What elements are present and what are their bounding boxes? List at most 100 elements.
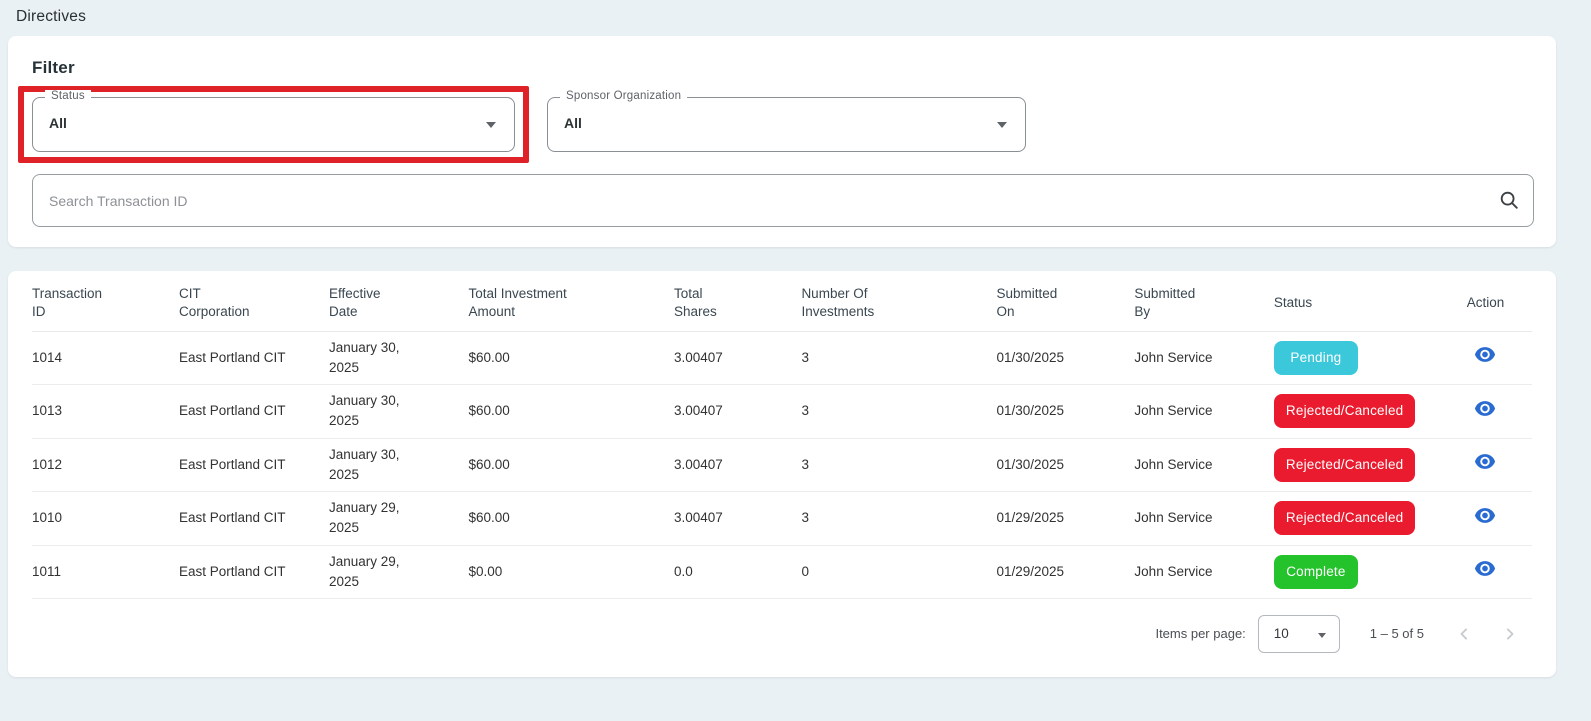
- status-badge: Rejected/Canceled: [1273, 447, 1416, 482]
- total-investment-amount-cell: $60.00: [468, 491, 674, 546]
- eye-icon[interactable]: [1474, 561, 1496, 576]
- number-of-investments-cell: 3: [801, 438, 997, 492]
- status-highlight-box: Status All: [18, 86, 529, 163]
- page-size-value: 10: [1273, 625, 1289, 641]
- eye-icon[interactable]: [1474, 454, 1496, 469]
- table-row[interactable]: 1010 East Portland CIT January 29, 2025 …: [32, 491, 1532, 546]
- items-per-page-label: Items per page:: [1155, 626, 1246, 641]
- paginator: Items per page: 10 1 – 5 of 5: [32, 599, 1532, 663]
- action-cell: [1444, 384, 1532, 439]
- column-header-submitted-by: Submitted By: [1134, 271, 1274, 332]
- filter-card: Filter Status All Sponsor Organization A…: [8, 36, 1556, 247]
- status-cell: Rejected/Canceled: [1273, 438, 1445, 492]
- transaction-id-cell: 1010: [32, 491, 179, 546]
- submitted-by-cell: John Service: [1134, 491, 1274, 546]
- status-cell: Pending: [1273, 331, 1445, 385]
- column-header-effective-date: Effective Date: [328, 271, 469, 332]
- total-investment-amount-cell: $60.00: [468, 331, 674, 385]
- total-shares-cell: 3.00407: [673, 438, 802, 492]
- number-of-investments-cell: 3: [801, 331, 997, 385]
- table-row[interactable]: 1014 East Portland CIT January 30, 2025 …: [32, 331, 1532, 385]
- chevron-down-icon: [997, 122, 1007, 128]
- effective-date-cell: January 30, 2025: [328, 438, 469, 492]
- status-select-label: Status: [45, 90, 91, 102]
- sponsor-organization-select-value: All: [564, 115, 582, 131]
- transaction-id-cell: 1012: [32, 438, 179, 492]
- chevron-down-icon: [486, 122, 496, 128]
- directives-table: Transaction ID CIT Corporation Effective…: [32, 271, 1532, 599]
- chevron-left-icon: [1454, 628, 1474, 647]
- transaction-id-cell: 1014: [32, 331, 179, 385]
- eye-icon[interactable]: [1474, 400, 1496, 416]
- cit-corporation-cell: East Portland CIT: [178, 438, 329, 492]
- directives-table-card: Transaction ID CIT Corporation Effective…: [8, 271, 1556, 677]
- effective-date-cell: January 30, 2025: [328, 384, 469, 439]
- action-cell: [1444, 491, 1532, 546]
- sponsor-organization-select-label: Sponsor Organization: [560, 90, 688, 102]
- number-of-investments-cell: 0: [801, 545, 997, 599]
- status-cell: Rejected/Canceled: [1273, 384, 1445, 439]
- column-header-submitted-on: Submitted On: [996, 271, 1135, 332]
- filter-controls-row: Status All Sponsor Organization All: [18, 86, 1532, 163]
- chevron-down-icon: [1317, 632, 1326, 638]
- previous-page-button[interactable]: [1450, 620, 1478, 648]
- status-badge: Complete: [1273, 554, 1358, 589]
- action-cell: [1444, 438, 1532, 492]
- submitted-by-cell: John Service: [1134, 438, 1274, 492]
- column-header-action: Action: [1444, 271, 1532, 332]
- sponsor-organization-select[interactable]: Sponsor Organization All: [547, 90, 1026, 152]
- table-row[interactable]: 1013 East Portland CIT January 30, 2025 …: [32, 384, 1532, 439]
- total-shares-cell: 3.00407: [673, 384, 802, 439]
- number-of-investments-cell: 3: [801, 491, 997, 546]
- table-row[interactable]: 1011 East Portland CIT January 29, 2025 …: [32, 545, 1532, 599]
- search-transaction-id-input[interactable]: [32, 174, 1534, 227]
- page: Directives Filter Status All Sponsor Org…: [0, 0, 1591, 677]
- effective-date-cell: January 29, 2025: [328, 491, 469, 546]
- chevron-right-icon: [1500, 628, 1520, 647]
- status-badge: Rejected/Canceled: [1273, 501, 1416, 536]
- column-header-number-of-investments: Number Of Investments: [801, 271, 997, 332]
- next-page-button[interactable]: [1496, 620, 1524, 648]
- search-icon[interactable]: [1498, 189, 1520, 216]
- submitted-on-cell: 01/29/2025: [996, 545, 1135, 599]
- submitted-on-cell: 01/29/2025: [996, 491, 1135, 546]
- status-badge: Rejected/Canceled: [1273, 394, 1416, 429]
- page-title: Directives: [16, 8, 87, 25]
- table-header-row: Transaction ID CIT Corporation Effective…: [32, 271, 1532, 332]
- submitted-on-cell: 01/30/2025: [996, 331, 1135, 385]
- total-shares-cell: 3.00407: [673, 491, 802, 546]
- column-header-transaction-id: Transaction ID: [32, 271, 179, 332]
- submitted-by-cell: John Service: [1134, 384, 1274, 439]
- action-cell: [1444, 331, 1532, 385]
- filter-heading: Filter: [32, 58, 75, 77]
- status-cell: Complete: [1273, 545, 1445, 599]
- submitted-on-cell: 01/30/2025: [996, 438, 1135, 492]
- search-bar: [32, 174, 1534, 227]
- page-size-select[interactable]: 10: [1257, 614, 1340, 653]
- cit-corporation-cell: East Portland CIT: [178, 491, 329, 546]
- table-row[interactable]: 1012 East Portland CIT January 30, 2025 …: [32, 438, 1532, 492]
- effective-date-cell: January 30, 2025: [328, 331, 469, 385]
- total-shares-cell: 3.00407: [673, 331, 802, 385]
- effective-date-cell: January 29, 2025: [328, 545, 469, 599]
- eye-icon[interactable]: [1474, 347, 1496, 362]
- submitted-by-cell: John Service: [1134, 545, 1274, 599]
- column-header-cit-corporation: CIT Corporation: [178, 271, 329, 332]
- status-badge: Pending: [1273, 340, 1358, 375]
- status-cell: Rejected/Canceled: [1273, 491, 1445, 546]
- cit-corporation-cell: East Portland CIT: [178, 384, 329, 439]
- column-header-total-shares: Total Shares: [673, 271, 802, 332]
- total-investment-amount-cell: $0.00: [468, 545, 674, 599]
- transaction-id-cell: 1011: [32, 545, 179, 599]
- eye-icon[interactable]: [1474, 507, 1496, 523]
- cit-corporation-cell: East Portland CIT: [178, 545, 329, 599]
- transaction-id-cell: 1013: [32, 384, 179, 439]
- submitted-on-cell: 01/30/2025: [996, 384, 1135, 439]
- total-shares-cell: 0.0: [673, 545, 802, 599]
- action-cell: [1444, 545, 1532, 599]
- number-of-investments-cell: 3: [801, 384, 997, 439]
- total-investment-amount-cell: $60.00: [468, 438, 674, 492]
- total-investment-amount-cell: $60.00: [468, 384, 674, 439]
- status-select[interactable]: Status All: [32, 90, 515, 152]
- column-header-status: Status: [1273, 271, 1445, 332]
